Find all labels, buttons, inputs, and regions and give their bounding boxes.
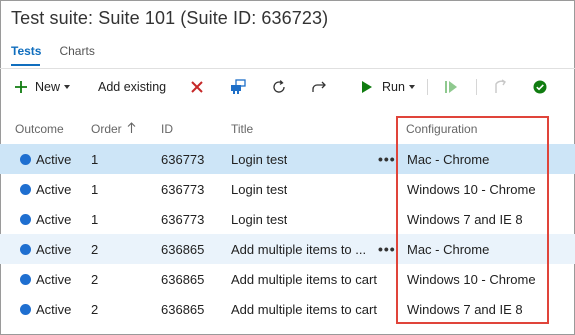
toolbar: New Add existing Run [0,73,575,101]
outcome-text: Active [36,211,72,227]
toolbar-separator [427,79,428,95]
id-cell: 636773 [161,181,205,197]
add-existing-button[interactable]: Add existing [98,73,166,101]
active-status-dot-icon [20,273,31,285]
delete-x-icon [190,80,204,94]
column-header-outcome[interactable]: Outcome [15,114,64,144]
active-status-dot-icon [20,153,31,165]
title-cell: Add multiple items to ... [231,241,367,257]
new-button[interactable]: New [14,73,71,101]
tab-tests[interactable]: Tests [11,44,41,66]
active-status-dot-icon [20,243,31,255]
outcome-cell: Active [20,294,71,324]
pass-test-button[interactable] [533,73,547,101]
order-cell: 2 [91,241,99,257]
outcome-cell: Active [20,264,71,294]
tab-charts[interactable]: Charts [59,44,94,66]
title-cell: Login test [231,181,288,197]
id-cell: 636865 [161,241,205,257]
title-cell: Add multiple items to cart [231,301,377,317]
reset-outcome-button[interactable] [492,73,508,101]
active-tab-indicator [11,64,40,66]
configuration-column-highlight [396,116,549,324]
active-status-dot-icon [20,183,31,195]
toolbar-separator [476,79,477,95]
id-cell: 636773 [161,211,205,227]
run-with-options-button[interactable] [444,73,458,101]
outcome-cell: Active [20,204,71,234]
play-icon [361,80,373,94]
order-cell: 1 [91,211,99,227]
outcome-text: Active [36,241,72,257]
outcome-cell: Active [20,234,71,264]
undo-curve-icon [492,79,508,95]
check-circle-icon [533,80,547,94]
active-status-dot-icon [20,213,31,225]
tab-bar: Tests Charts [11,44,95,66]
new-button-label: New [35,80,61,94]
run-button-label: Run [382,80,405,94]
column-header-order[interactable]: Order [91,114,136,144]
id-cell: 636865 [161,301,205,317]
more-actions-icon[interactable]: ••• [378,144,396,174]
page-title: Test suite: Suite 101 (Suite ID: 636723) [11,8,329,28]
column-header-order-label: Order [91,122,122,136]
configuration-icon [229,78,247,96]
step-play-icon [444,80,458,94]
chevron-down-icon [408,85,415,89]
assign-configuration-button[interactable] [229,73,247,101]
outcome-text: Active [36,271,72,287]
refresh-button[interactable] [271,73,287,101]
order-cell: 2 [91,271,99,287]
sort-ascending-icon [127,122,136,136]
id-cell: 636865 [161,271,205,287]
delete-button[interactable] [190,73,204,101]
outcome-cell: Active [20,174,71,204]
title-cell: Login test [231,151,288,167]
order-cell: 1 [91,151,99,167]
redo-button[interactable] [311,73,327,101]
plus-icon [14,80,28,94]
title-cell: Login test [231,211,288,227]
add-existing-label: Add existing [98,80,167,94]
more-actions-icon[interactable]: ••• [378,234,396,264]
outcome-cell: Active [20,144,71,174]
column-header-id[interactable]: ID [161,114,173,144]
outcome-text: Active [36,181,72,197]
header-divider [0,68,575,69]
title-cell: Add multiple items to cart [231,271,377,287]
active-status-dot-icon [20,303,31,315]
id-cell: 636773 [161,151,205,167]
refresh-icon [271,79,287,95]
order-cell: 1 [91,181,99,197]
run-button[interactable]: Run [361,73,415,101]
redo-arrow-icon [311,79,327,95]
chevron-down-icon [64,85,71,89]
outcome-text: Active [36,151,72,167]
outcome-text: Active [36,301,72,317]
column-header-title[interactable]: Title [231,114,253,144]
order-cell: 2 [91,301,99,317]
